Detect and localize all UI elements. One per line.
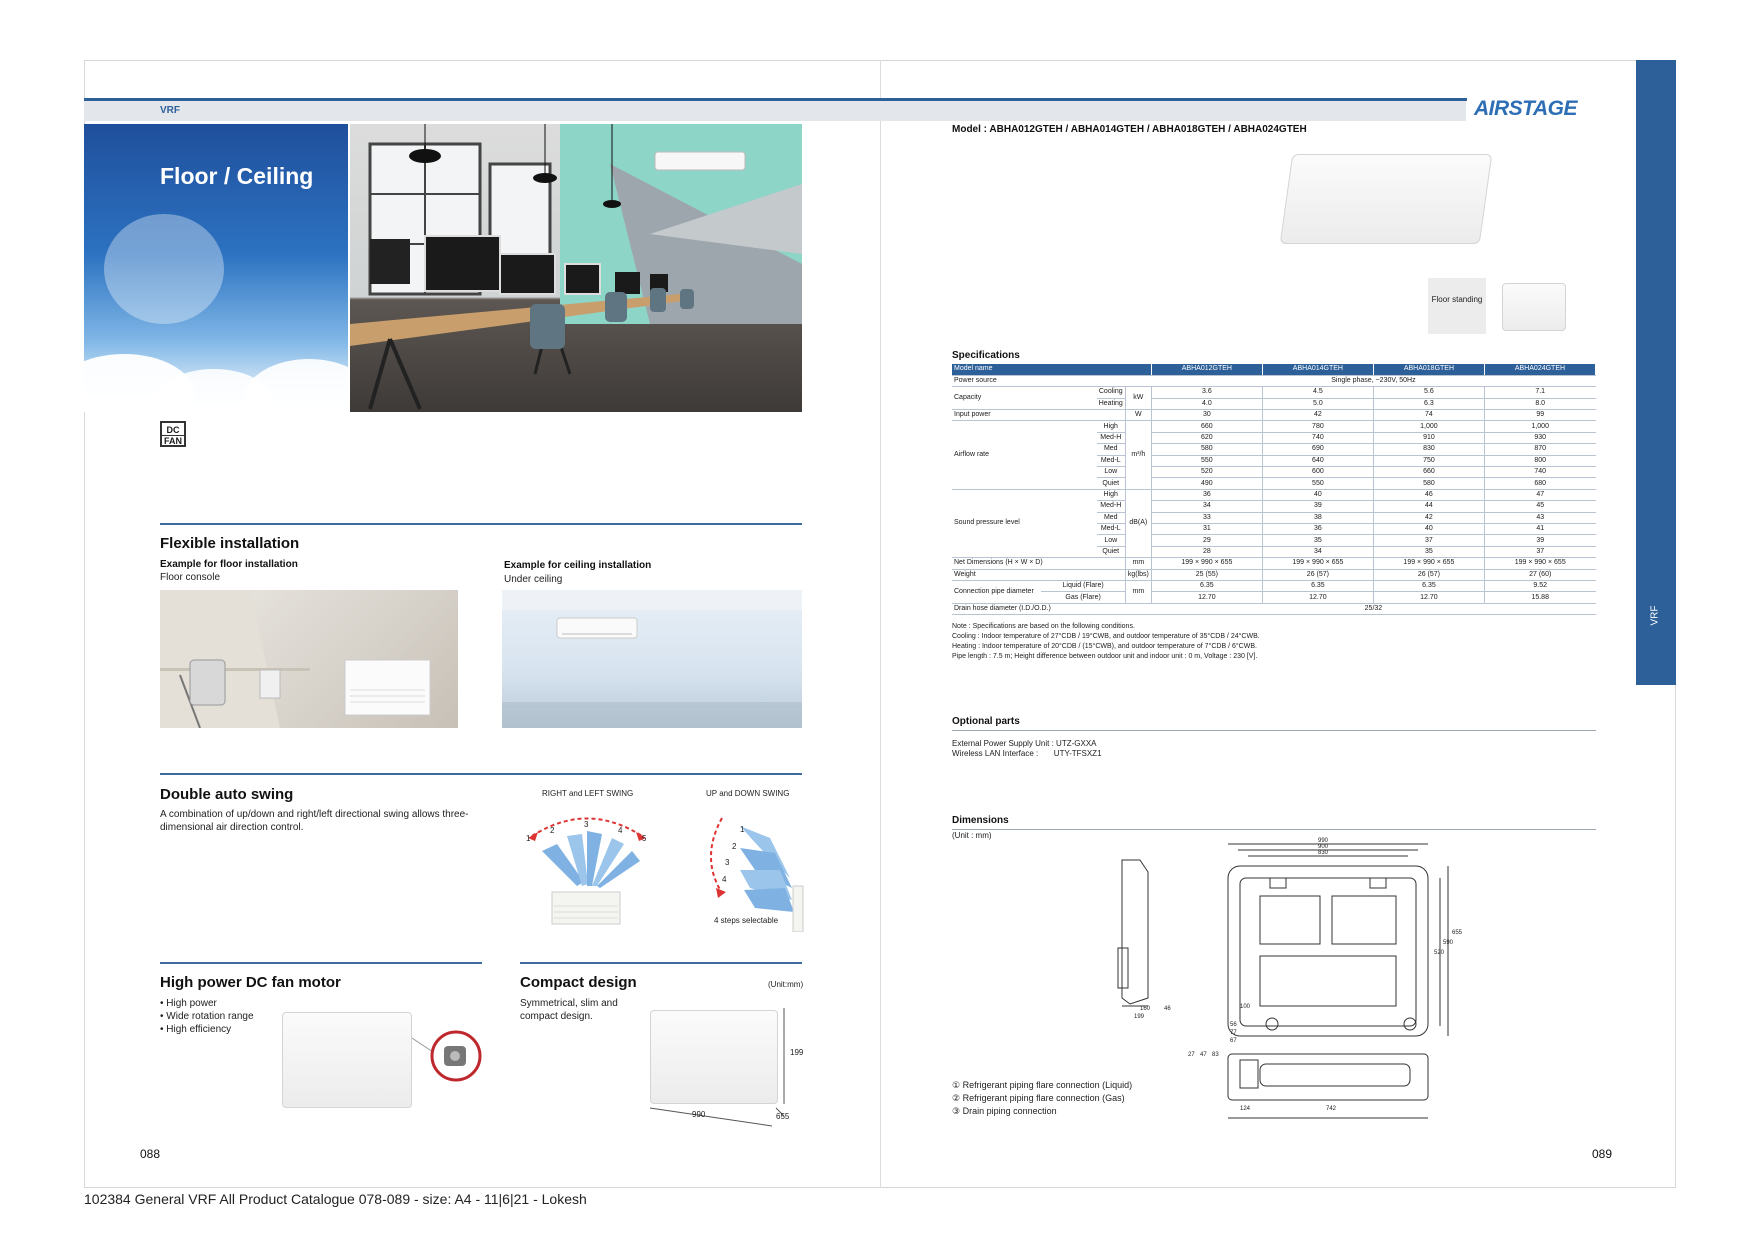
compact-design-title: Compact design xyxy=(520,974,637,991)
office-photo xyxy=(350,124,802,412)
compact-unit: (Unit:mm) xyxy=(768,980,804,989)
legend-liquid: ① Refrigerant piping flare connection (L… xyxy=(952,1080,1133,1090)
motor-bullet-2: • Wide rotation range xyxy=(160,1011,254,1022)
compact-dim-h: 199 xyxy=(790,1048,804,1057)
dimensions-title: Dimensions xyxy=(952,815,1009,826)
floor-unit-image xyxy=(282,1012,412,1108)
spec-row-power-source: Power source Single phase, ~230V, 50Hz xyxy=(952,375,1596,388)
floor-standing-thumb-bg xyxy=(1428,278,1486,334)
double-auto-swing-desc: A combination of up/down and right/left … xyxy=(160,809,469,833)
rl-step-1: 1 xyxy=(526,834,531,843)
legend-gas: ② Refrigerant piping flare connection (G… xyxy=(952,1093,1125,1103)
ud-swing-label: UP and DOWN SWING xyxy=(706,789,790,798)
dim-100: 100 xyxy=(1240,1004,1251,1010)
model-title: Model : ABHA012GTEH / ABHA014GTEH / ABHA… xyxy=(952,124,1307,135)
specifications-title: Specifications xyxy=(952,350,1020,361)
rl-step-5: 5 xyxy=(642,834,647,843)
spec-row-input-power: Input power W 30 42 74 99 xyxy=(952,409,1596,422)
section-rule-flexible xyxy=(160,523,802,525)
spec-row-weight: Weight kg(lbs) 25 (55) 26 (57) 26 (57) 2… xyxy=(952,569,1596,581)
spec-row-capacity-cooling: Capacity Cooling kW 3.6 4.5 5.6 7.1 xyxy=(952,386,1596,411)
page-number-left: 088 xyxy=(140,1147,161,1161)
section-label: VRF xyxy=(160,105,180,116)
side-tab xyxy=(1636,60,1676,685)
optional-item-1: External Power Supply Unit : UTZ-GXXA xyxy=(952,739,1097,748)
section-rule-compact xyxy=(520,962,802,964)
flexible-installation-title: Flexible installation xyxy=(160,535,300,552)
dim-27: 27 xyxy=(1188,1052,1195,1058)
rl-step-3: 3 xyxy=(584,820,589,829)
ud-swing-diagram xyxy=(710,817,804,932)
section-rule-motor xyxy=(160,962,482,964)
dimension-drawing xyxy=(1117,843,1449,1119)
spec-row-dimensions: Net Dimensions (H × W × D) mm 199 × 990 … xyxy=(952,557,1596,570)
ud-step-3: 3 xyxy=(725,858,730,867)
floor-standing-label: Floor standing xyxy=(1431,295,1483,304)
ud-step-1: 1 xyxy=(740,825,745,834)
dim-199: 199 xyxy=(1134,1014,1145,1020)
dim-590: 590 xyxy=(1443,940,1454,946)
dim-77: 77 xyxy=(1230,1030,1237,1036)
ud-steps-caption: 4 steps selectable xyxy=(714,916,779,925)
dim-830: 830 xyxy=(1318,850,1329,856)
motor-bullet-3: • High efficiency xyxy=(160,1024,232,1035)
dim-520: 520 xyxy=(1434,950,1445,956)
ceiling-installation-sub: Under ceiling xyxy=(504,574,563,585)
hero-title: Floor / Ceiling xyxy=(160,163,314,189)
rl-step-2: 2 xyxy=(550,826,555,835)
ceiling-install-photo xyxy=(502,590,802,728)
ceiling-installation-heading: Example for ceiling installation xyxy=(504,560,652,571)
dim-742: 742 xyxy=(1326,1106,1337,1112)
optional-parts-rule xyxy=(952,730,1596,731)
dim-160: 160 xyxy=(1140,1006,1151,1012)
compact-design-desc: Symmetrical, slim and compact design. xyxy=(520,998,618,1022)
dc-fan-badge: DC FAN xyxy=(160,421,186,447)
ud-step-2: 2 xyxy=(732,842,737,851)
dim-83: 83 xyxy=(1212,1052,1219,1058)
page-fold xyxy=(880,60,881,1188)
double-auto-swing-title: Double auto swing xyxy=(160,786,294,803)
floor-install-photo xyxy=(160,590,458,728)
legend-drain: ③ Drain piping connection xyxy=(952,1106,1057,1116)
dim-56: 56 xyxy=(1230,1022,1237,1028)
compact-dim-w: 990 xyxy=(692,1110,706,1119)
optional-item-2: Wireless LAN Interface : UTY-TFSXZ1 xyxy=(952,749,1102,758)
dimensions-rule xyxy=(952,829,1596,830)
dc-fan-motor-title: High power DC fan motor xyxy=(160,974,341,991)
dim-67: 67 xyxy=(1230,1038,1237,1044)
spec-row-drain: Drain hose diameter (I.D./O.D.) 25/32 xyxy=(952,603,1596,616)
optional-parts-title: Optional parts xyxy=(952,716,1020,727)
spec-row-sound: Sound pressure level High dB(A) 36 40 46… xyxy=(952,489,1596,559)
ud-step-4: 4 xyxy=(722,875,727,884)
dim-47: 47 xyxy=(1200,1052,1207,1058)
dim-46: 46 xyxy=(1164,1006,1171,1012)
floor-installation-sub: Floor console xyxy=(160,572,221,583)
section-rule-swing xyxy=(160,773,802,775)
spec-header-row: Model name ABHA012GTEH ABHA014GTEH ABHA0… xyxy=(952,364,1597,376)
spec-notes: Note : Specifications are based on the f… xyxy=(952,623,1260,660)
floor-installation-heading: Example for floor installation xyxy=(160,559,298,570)
dim-124: 124 xyxy=(1240,1106,1251,1112)
spec-row-airflow: Airflow rate High m³/h 660 780 1,000 1,0… xyxy=(952,420,1596,490)
page-number-right: 089 xyxy=(1592,1147,1613,1161)
rl-step-4: 4 xyxy=(618,826,623,835)
dimensions-unit: (Unit : mm) xyxy=(952,831,992,840)
spec-row-pipe-liquid: Connection pipe diameter Liquid (Flare) … xyxy=(952,580,1596,604)
compact-dim-d: 655 xyxy=(776,1112,790,1121)
specifications-table: Model name ABHA012GTEH ABHA014GTEH ABHA0… xyxy=(952,364,1597,616)
dim-655: 655 xyxy=(1452,930,1463,936)
header-bar-left xyxy=(84,101,880,121)
motor-bullet-1: • High power xyxy=(160,998,217,1009)
fan-motor-icon xyxy=(412,1030,482,1082)
brand-logo: AIRSTAGE xyxy=(1474,97,1577,120)
spec-row-pipe-gas: Gas (Flare) 12.70 12.70 12.70 15.88 xyxy=(952,591,1596,604)
header-bar-right xyxy=(880,101,1466,121)
rl-swing-label: RIGHT and LEFT SWING xyxy=(542,789,634,798)
ceiling-unit-image xyxy=(1279,154,1493,244)
floor-standing-thumb xyxy=(1502,283,1566,331)
print-footer: 102384 General VRF All Product Catalogue… xyxy=(84,1191,587,1207)
side-tab-label: VRF xyxy=(1649,605,1661,626)
